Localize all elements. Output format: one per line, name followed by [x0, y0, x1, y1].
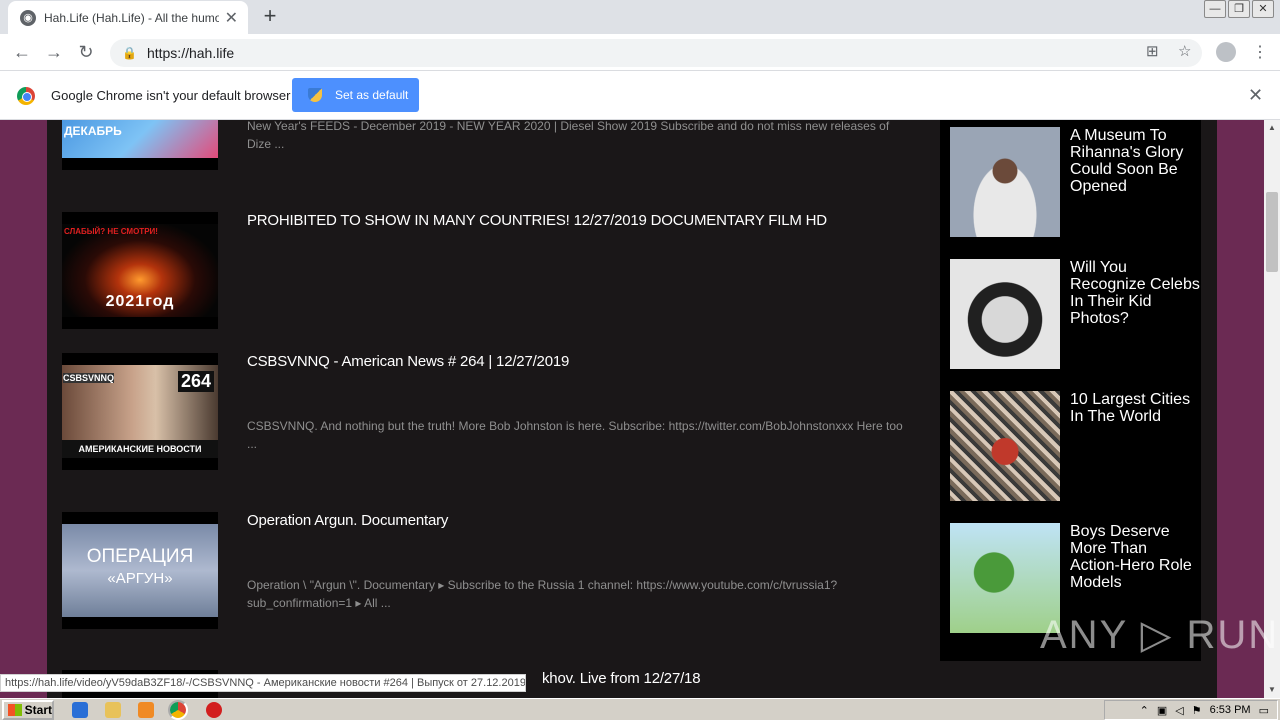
ie-icon[interactable] [72, 702, 88, 718]
network-icon[interactable]: ▣ [1157, 704, 1167, 717]
video-thumbnail[interactable]: CSBSVNNQ 264 АМЕРИКАНСКИЕ НОВОСТИ [62, 353, 218, 470]
set-as-default-button[interactable]: Set as default [292, 78, 419, 112]
video-thumbnail[interactable]: СЛАБЫЙ? НЕ СМОТРИ! 2021год [62, 212, 218, 329]
screen: ◉ Hah.Life (Hah.Life) - All the humor in… [0, 0, 1280, 720]
chrome-taskbar-icon[interactable] [168, 700, 188, 720]
thumbnail-top-caption: СЛАБЫЙ? НЕ СМОТРИ! [64, 227, 158, 236]
video-item[interactable]: ОПЕРАЦИЯ «АРГУН» Operation Argun. Docume… [62, 512, 922, 632]
flag-icon[interactable]: ⚑ [1192, 704, 1202, 717]
tray-arrow-icon[interactable]: ⌃ [1140, 704, 1149, 717]
promo-card[interactable]: Will You Recognize Celebs In Their Kid P… [950, 259, 1200, 370]
security-alert-icon[interactable] [206, 702, 222, 718]
video-thumbnail[interactable]: ОПЕРАЦИЯ «АРГУН» [62, 512, 218, 629]
default-browser-infobar: Google Chrome isn't your default browser… [0, 71, 1280, 120]
window-controls: — ❐ ✕ [1204, 0, 1274, 18]
thumbnail-caption: АМЕРИКАНСКИЕ НОВОСТИ [62, 440, 218, 458]
minimize-button[interactable]: — [1204, 0, 1226, 18]
browser-toolbar: ← → ↻ 🔒 https://hah.life ⊞ ☆ ⋮ [0, 34, 1280, 71]
thumbnail-subcaption: «АРГУН» [107, 570, 173, 587]
close-window-button[interactable]: ✕ [1252, 0, 1274, 18]
promo-card[interactable]: 10 Largest Cities In The World [950, 391, 1190, 502]
promo-title[interactable]: Boys Deserve More Than Action-Hero Role … [1070, 523, 1200, 591]
tab-title: Hah.Life (Hah.Life) - All the humor in [44, 10, 219, 25]
set-as-default-label: Set as default [335, 88, 409, 102]
video-title[interactable]: khov. Live from 12/27/18 [542, 670, 701, 687]
promo-image[interactable] [950, 391, 1060, 501]
video-item[interactable]: ДЕКАБРЬ New Year's FEEDS - December 2019… [62, 120, 922, 173]
anyrun-watermark: ANY ▷ RUN [1040, 613, 1280, 657]
chrome-logo-icon [17, 87, 35, 105]
thumbnail-caption: ДЕКАБРЬ [64, 124, 122, 138]
tab-close-icon[interactable]: ✕ [225, 8, 238, 28]
promo-title[interactable]: Will You Recognize Celebs In Their Kid P… [1070, 259, 1200, 327]
volume-icon[interactable]: ◁ [1175, 704, 1183, 717]
clock[interactable]: 6:53 PM [1210, 704, 1251, 716]
profile-avatar-icon[interactable] [1216, 42, 1236, 62]
video-thumbnail[interactable]: ДЕКАБРЬ [62, 120, 218, 170]
promo-card[interactable]: A Museum To Rihanna's Glory Could Soon B… [950, 127, 1190, 238]
system-tray: ⌃ ▣ ◁ ⚑ 6:53 PM ▭ [1104, 700, 1278, 720]
thumbnail-top-caption: CSBSVNNQ [63, 373, 115, 383]
address-bar[interactable]: 🔒 https://hah.life [110, 39, 1202, 67]
windows-logo-icon [8, 704, 22, 716]
windows-taskbar: Start ⌃ ▣ ◁ ⚑ 6:53 PM ▭ [0, 698, 1280, 720]
scrollbar-thumb[interactable] [1266, 192, 1278, 272]
shield-icon [308, 88, 322, 102]
menu-dots-icon[interactable]: ⋮ [1252, 42, 1268, 62]
url-text: https://hah.life [146, 45, 235, 61]
new-tab-button[interactable]: + [258, 4, 282, 28]
lock-icon: 🔒 [122, 46, 137, 60]
back-arrow-icon[interactable]: ← [10, 40, 34, 64]
promo-title[interactable]: A Museum To Rihanna's Glory Could Soon B… [1070, 127, 1200, 195]
video-description: CSBSVNNQ. And nothing but the truth! Mor… [247, 419, 903, 451]
video-title[interactable]: CSBSVNNQ - American News # 264 | 12/27/2… [247, 353, 569, 370]
video-item[interactable]: CSBSVNNQ 264 АМЕРИКАНСКИЕ НОВОСТИ CSBSVN… [62, 353, 922, 473]
promo-title[interactable]: 10 Largest Cities In The World [1070, 391, 1200, 425]
video-description: New Year's FEEDS - December 2019 - NEW Y… [247, 120, 890, 151]
bookmark-star-icon[interactable]: ☆ [1178, 42, 1191, 60]
infobar-message: Google Chrome isn't your default browser [51, 88, 291, 103]
video-title[interactable]: Operation Argun. Documentary [247, 512, 448, 529]
restore-button[interactable]: ❐ [1228, 0, 1250, 18]
sidebar-promos: A Museum To Rihanna's Glory Could Soon B… [940, 120, 1201, 661]
tab-strip: ◉ Hah.Life (Hah.Life) - All the humor in… [0, 0, 1280, 34]
start-button[interactable]: Start [2, 700, 54, 720]
thumbnail-caption: ОПЕРАЦИЯ [86, 546, 194, 567]
promo-image[interactable] [950, 259, 1060, 369]
promo-image[interactable] [950, 127, 1060, 237]
scroll-up-arrow-icon[interactable]: ▲ [1264, 120, 1280, 136]
media-player-icon[interactable] [138, 702, 154, 718]
video-description: Operation \ "Argun \". Documentary ▸ Sub… [247, 578, 838, 610]
thumbnail-number: 264 [177, 371, 214, 392]
infobar-close-icon[interactable]: ✕ [1248, 85, 1263, 106]
browser-tab[interactable]: ◉ Hah.Life (Hah.Life) - All the humor in… [8, 1, 248, 34]
video-item[interactable]: СЛАБЫЙ? НЕ СМОТРИ! 2021год PROHIBITED TO… [62, 212, 922, 332]
show-desktop-icon[interactable]: ▭ [1259, 704, 1269, 717]
reload-icon[interactable]: ↻ [74, 40, 98, 64]
scroll-down-arrow-icon[interactable]: ▼ [1264, 682, 1280, 698]
explorer-folder-icon[interactable] [105, 702, 121, 718]
thumbnail-caption: 2021год [105, 293, 175, 310]
start-label: Start [24, 703, 52, 717]
link-status-bubble: https://hah.life/video/yV59daB3ZF18/-/CS… [0, 674, 526, 692]
forward-arrow-icon[interactable]: → [42, 40, 66, 64]
globe-icon: ◉ [20, 9, 36, 26]
translate-icon[interactable]: ⊞ [1146, 42, 1159, 60]
video-title[interactable]: PROHIBITED TO SHOW IN MANY COUNTRIES! 12… [247, 212, 827, 229]
